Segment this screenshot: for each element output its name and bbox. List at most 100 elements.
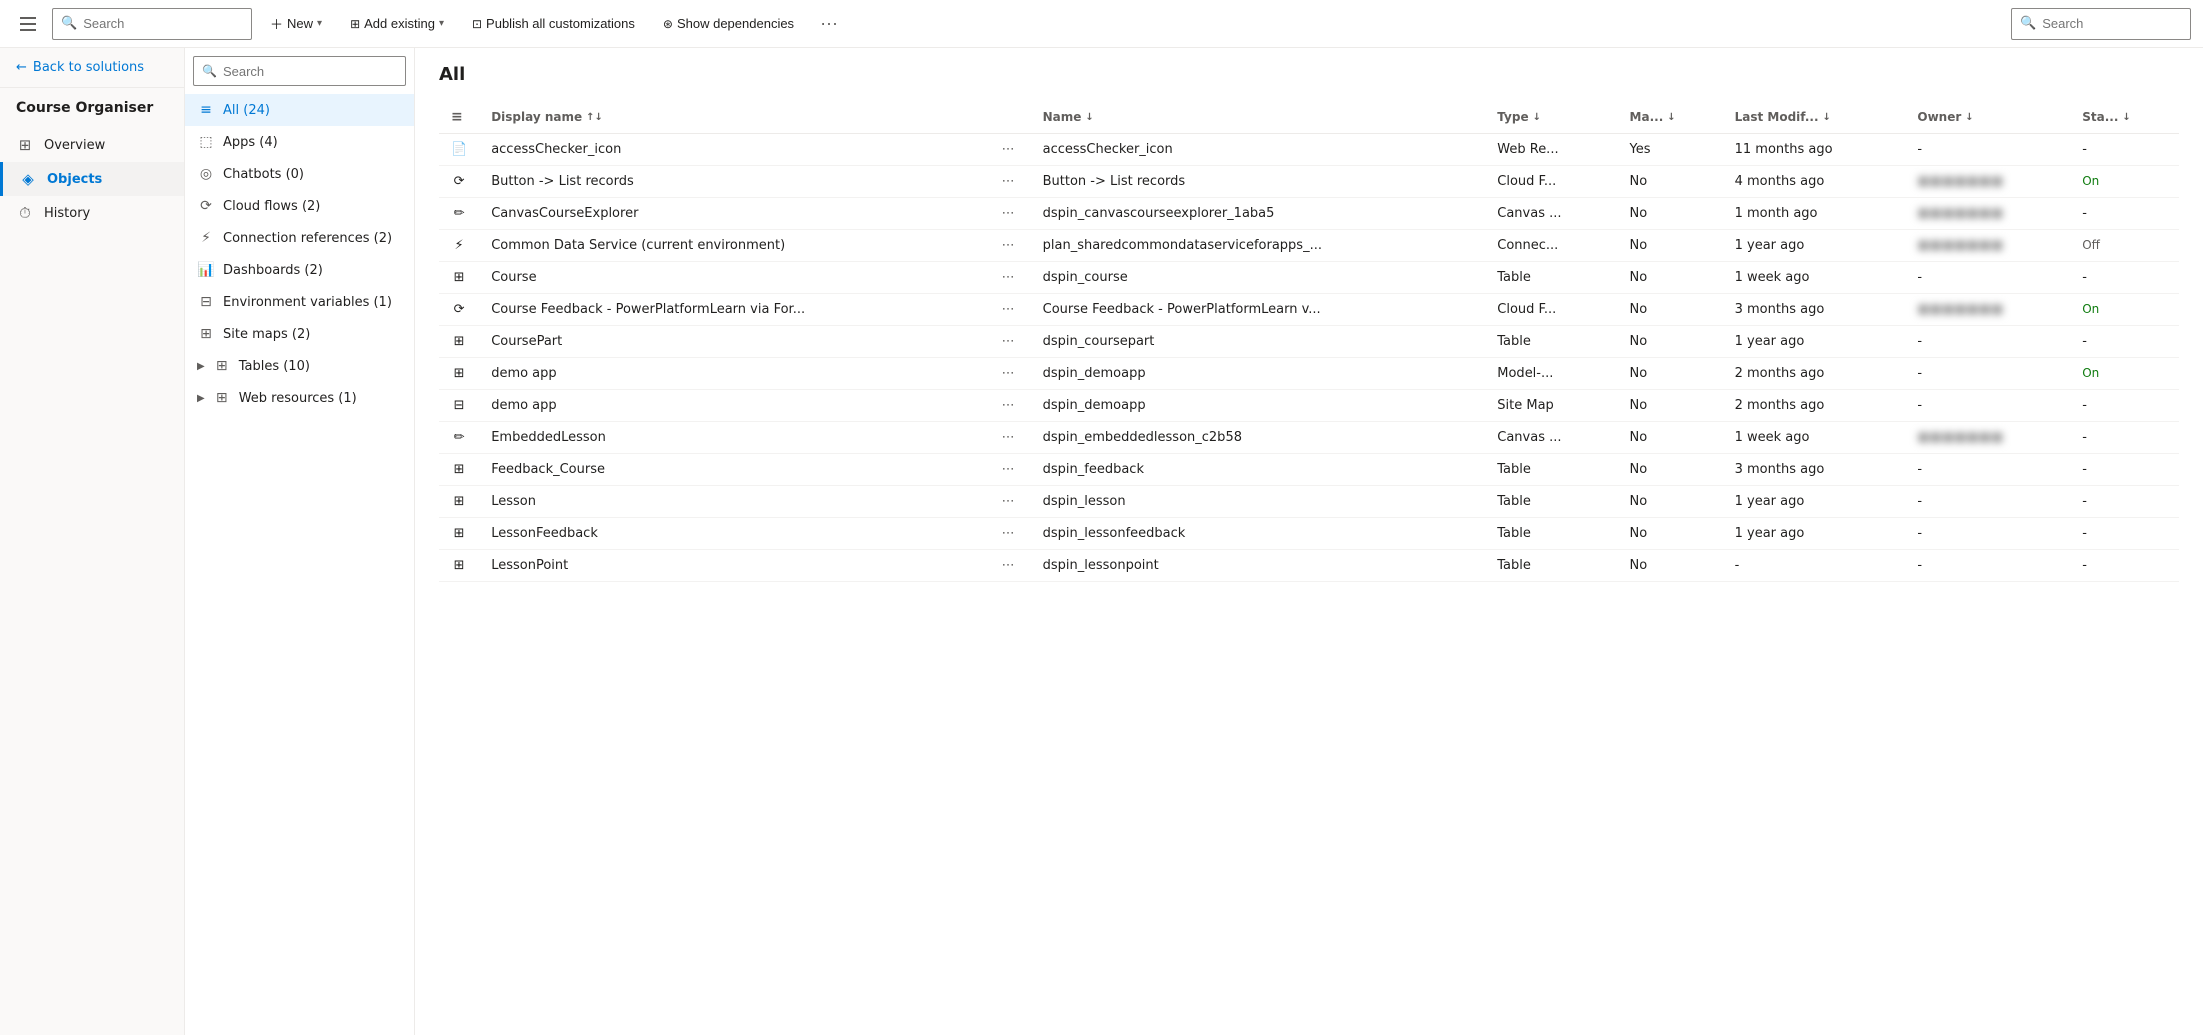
- col-owner[interactable]: Owner ↓: [1905, 101, 2070, 134]
- cell-name: dspin_lessonpoint: [1031, 550, 1486, 582]
- main-layout: ← Back to solutions Course Organiser ⊞ O…: [0, 48, 2203, 1035]
- back-to-solutions-link[interactable]: ← Back to solutions: [0, 48, 184, 88]
- cell-more-btn[interactable]: ⋯: [986, 390, 1031, 422]
- status-badge: -: [2082, 430, 2087, 445]
- cell-more-btn[interactable]: ⋯: [986, 518, 1031, 550]
- row-more-icon[interactable]: ⋯: [998, 268, 1019, 287]
- row-more-icon[interactable]: ⋯: [998, 556, 1019, 575]
- cell-display-name: LessonPoint: [479, 550, 985, 582]
- sidebar-item-history[interactable]: ⏱ History: [0, 196, 184, 230]
- owner-value: ■■■■■■■: [1917, 206, 2003, 221]
- row-more-icon[interactable]: ⋯: [998, 460, 1019, 479]
- cell-owner: -: [1905, 358, 2070, 390]
- cell-name: dspin_coursepart: [1031, 326, 1486, 358]
- chevron-down-icon-2: ▾: [439, 18, 444, 29]
- row-more-icon[interactable]: ⋯: [998, 300, 1019, 319]
- cell-more-btn[interactable]: ⋯: [986, 230, 1031, 262]
- owner-value: ■■■■■■■: [1917, 430, 2003, 445]
- row-more-icon[interactable]: ⋯: [998, 492, 1019, 511]
- cell-owner: ■■■■■■■: [1905, 166, 2070, 198]
- status-badge: -: [2082, 462, 2087, 477]
- panel-search[interactable]: 🔍: [185, 48, 414, 94]
- add-existing-button[interactable]: ⊞ Add existing ▾: [340, 10, 454, 37]
- sidebar-item-objects[interactable]: ◈ Objects: [0, 162, 184, 196]
- cell-name: dspin_lessonfeedback: [1031, 518, 1486, 550]
- site-maps-icon: ⊞: [197, 326, 215, 342]
- row-more-icon[interactable]: ⋯: [998, 236, 1019, 255]
- publish-button[interactable]: ⊡ Publish all customizations: [462, 10, 645, 37]
- cell-status: -: [2070, 486, 2179, 518]
- panel-item-cloud-flows[interactable]: ⟳ Cloud flows (2): [185, 190, 414, 222]
- owner-value: ■■■■■■■: [1917, 174, 2003, 189]
- table-row: ⟳ Button -> List records ⋯ Button -> Lis…: [439, 166, 2179, 198]
- panel-item-all[interactable]: ≡ All (24): [185, 94, 414, 126]
- cell-more-btn[interactable]: ⋯: [986, 358, 1031, 390]
- cell-more-btn[interactable]: ⋯: [986, 422, 1031, 454]
- row-more-icon[interactable]: ⋯: [998, 524, 1019, 543]
- cell-more-btn[interactable]: ⋯: [986, 294, 1031, 326]
- row-more-icon[interactable]: ⋯: [998, 396, 1019, 415]
- top-search-input[interactable]: [83, 16, 223, 31]
- cell-more-btn[interactable]: ⋯: [986, 326, 1031, 358]
- env-vars-icon: ⊟: [197, 294, 215, 310]
- cell-more-btn[interactable]: ⋯: [986, 198, 1031, 230]
- cell-more-btn[interactable]: ⋯: [986, 486, 1031, 518]
- panel-item-environment-variables[interactable]: ⊟ Environment variables (1): [185, 286, 414, 318]
- panel-item-chatbots[interactable]: ◎ Chatbots (0): [185, 158, 414, 190]
- show-dependencies-button[interactable]: ⊛ Show dependencies: [653, 10, 804, 37]
- top-right-search-box[interactable]: 🔍: [2011, 8, 2191, 40]
- owner-value: -: [1917, 334, 1922, 349]
- row-more-icon[interactable]: ⋯: [998, 364, 1019, 383]
- cell-last-modified: 1 week ago: [1723, 262, 1906, 294]
- cell-name: dspin_demoapp: [1031, 390, 1486, 422]
- sidebar-item-overview[interactable]: ⊞ Overview: [0, 128, 184, 162]
- tables-icon: ⊞: [213, 358, 231, 374]
- row-type-icon: ⟳: [439, 294, 479, 326]
- panel-search-box[interactable]: 🔍: [193, 56, 406, 86]
- row-more-icon[interactable]: ⋯: [998, 332, 1019, 351]
- cell-more-btn[interactable]: ⋯: [986, 550, 1031, 582]
- cell-status: -: [2070, 198, 2179, 230]
- col-name[interactable]: Name ↓: [1031, 101, 1486, 134]
- col-display-name[interactable]: Display name ↑↓: [479, 101, 985, 134]
- table-row: ⟳ Course Feedback - PowerPlatformLearn v…: [439, 294, 2179, 326]
- panel-item-apps[interactable]: ⬚ Apps (4): [185, 126, 414, 158]
- cell-last-modified: 3 months ago: [1723, 294, 1906, 326]
- panel-item-dashboards[interactable]: 📊 Dashboards (2): [185, 254, 414, 286]
- panel-item-tables[interactable]: ▶ ⊞ Tables (10): [185, 350, 414, 382]
- col-status[interactable]: Sta... ↓: [2070, 101, 2179, 134]
- cell-managed: No: [1618, 326, 1723, 358]
- row-more-icon[interactable]: ⋯: [998, 428, 1019, 447]
- cell-last-modified: 2 months ago: [1723, 390, 1906, 422]
- cell-last-modified: 3 months ago: [1723, 454, 1906, 486]
- status-badge: On: [2082, 174, 2099, 188]
- cell-last-modified: -: [1723, 550, 1906, 582]
- panel-item-label: Chatbots (0): [223, 167, 402, 182]
- cell-more-btn[interactable]: ⋯: [986, 134, 1031, 166]
- cell-managed: No: [1618, 198, 1723, 230]
- cell-more-btn[interactable]: ⋯: [986, 166, 1031, 198]
- top-search-box[interactable]: 🔍: [52, 8, 252, 40]
- panel-search-input[interactable]: [223, 64, 397, 79]
- col-type[interactable]: Type ↓: [1485, 101, 1617, 134]
- panel-item-site-maps[interactable]: ⊞ Site maps (2): [185, 318, 414, 350]
- data-table: ≡ Display name ↑↓ Name: [439, 101, 2179, 582]
- content-area: All ≡ Display name ↑↓: [415, 48, 2203, 1035]
- hamburger-menu[interactable]: [12, 9, 44, 39]
- table-row: ✏ CanvasCourseExplorer ⋯ dspin_canvascou…: [439, 198, 2179, 230]
- panel-item-web-resources[interactable]: ▶ ⊞ Web resources (1): [185, 382, 414, 414]
- cell-managed: No: [1618, 518, 1723, 550]
- more-options-button[interactable]: ···: [812, 9, 846, 38]
- col-last-modified[interactable]: Last Modif... ↓: [1723, 101, 1906, 134]
- table-row: ⊞ Course ⋯ dspin_course Table No 1 week …: [439, 262, 2179, 294]
- row-more-icon[interactable]: ⋯: [998, 172, 1019, 191]
- cell-more-btn[interactable]: ⋯: [986, 454, 1031, 486]
- row-more-icon[interactable]: ⋯: [998, 204, 1019, 223]
- panel-item-connection-references[interactable]: ⚡ Connection references (2): [185, 222, 414, 254]
- row-more-icon[interactable]: ⋯: [998, 140, 1019, 159]
- new-button[interactable]: ＋ New ▾: [260, 8, 332, 39]
- col-managed[interactable]: Ma... ↓: [1618, 101, 1723, 134]
- top-right-search-input[interactable]: [2042, 16, 2162, 31]
- cell-more-btn[interactable]: ⋯: [986, 262, 1031, 294]
- cell-name: plan_sharedcommondataserviceforapps_...: [1031, 230, 1486, 262]
